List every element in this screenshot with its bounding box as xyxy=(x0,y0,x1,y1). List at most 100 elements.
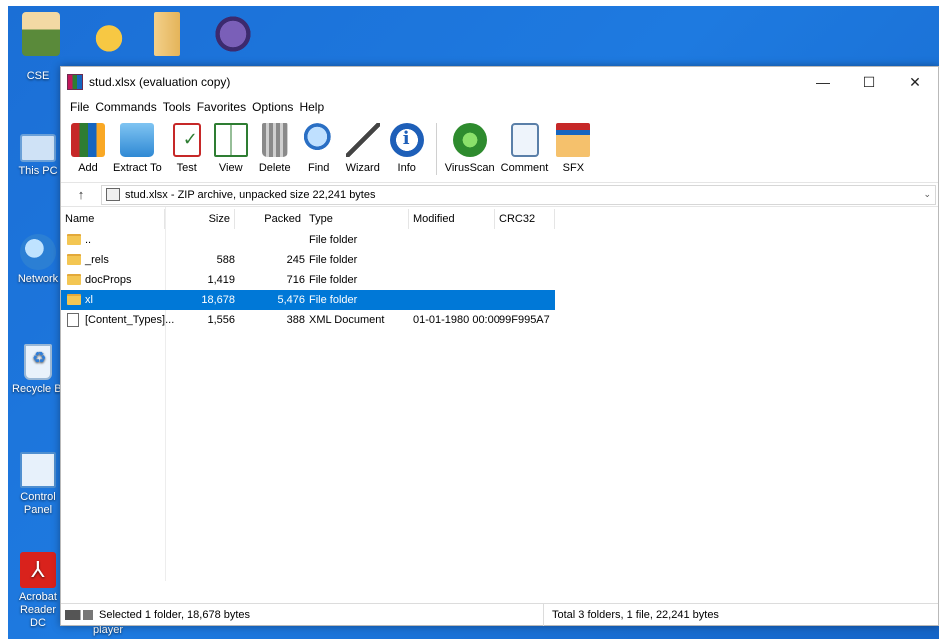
desktop-icon-cse[interactable]: CSE xyxy=(8,70,68,83)
row-type: File folder xyxy=(309,254,358,266)
add-button[interactable]: Add xyxy=(69,123,107,174)
file-list[interactable]: Name Size Packed Type Modified CRC32 .. … xyxy=(61,207,938,581)
maximize-button[interactable]: ☐ xyxy=(846,67,892,97)
delete-button[interactable]: Delete xyxy=(256,123,294,174)
user-folder-icon[interactable] xyxy=(22,12,60,56)
row-type: File folder xyxy=(309,294,358,306)
winrar-window: stud.xlsx (evaluation copy) — ☐ ✕ File C… xyxy=(60,66,939,626)
title-bar[interactable]: stud.xlsx (evaluation copy) — ☐ ✕ xyxy=(61,67,938,97)
tool-label: Test xyxy=(176,162,197,174)
status-total: Total 3 folders, 1 file, 22,241 bytes xyxy=(543,603,719,626)
desktop-icon-network[interactable]: Network xyxy=(8,234,68,286)
window-title: stud.xlsx (evaluation copy) xyxy=(89,75,231,89)
column-header-modified[interactable]: Modified xyxy=(409,209,495,229)
computer-icon xyxy=(20,134,56,162)
folder-icon xyxy=(67,254,81,265)
view-icon xyxy=(213,123,248,157)
menu-file[interactable]: File xyxy=(67,100,92,114)
desktop-icon-label: Acrobat Reader DC xyxy=(19,591,57,629)
menu-favorites[interactable]: Favorites xyxy=(194,100,249,114)
desktop-icon-acrobat[interactable]: ⅄ Acrobat Reader DC xyxy=(8,552,68,630)
menu-bar: File Commands Tools Favorites Options He… xyxy=(61,97,938,117)
desktop-icon-label: Recycle Bi xyxy=(12,383,64,395)
xml-document-icon xyxy=(67,313,79,327)
archive-path-field[interactable]: stud.xlsx - ZIP archive, unpacked size 2… xyxy=(101,184,936,205)
tool-label: Extract To xyxy=(113,162,162,174)
sfx-icon xyxy=(556,123,591,157)
tool-label: Delete xyxy=(258,162,291,174)
menu-tools[interactable]: Tools xyxy=(160,100,194,114)
comment-icon xyxy=(510,123,539,157)
row-type: File folder xyxy=(309,234,358,246)
row-name: docProps xyxy=(85,274,132,286)
sfx-button[interactable]: SFX xyxy=(554,123,592,174)
tool-label: Wizard xyxy=(345,162,380,174)
add-icon xyxy=(71,123,105,157)
info-button[interactable]: Info xyxy=(388,123,426,174)
wizard-button[interactable]: Wizard xyxy=(344,123,382,174)
folder-icon[interactable] xyxy=(154,12,180,56)
status-bar: Selected 1 folder, 18,678 bytes Total 3 … xyxy=(61,603,938,626)
pdf-icon: ⅄ xyxy=(20,552,56,588)
menu-commands[interactable]: Commands xyxy=(92,100,159,114)
menu-help[interactable]: Help xyxy=(296,100,327,114)
table-row-selected[interactable]: xl 18,678 5,476 File folder xyxy=(61,290,555,310)
column-header-size[interactable]: Size xyxy=(165,209,235,229)
row-type: XML Document xyxy=(309,314,385,326)
menu-options[interactable]: Options xyxy=(249,100,296,114)
drive-status-icon xyxy=(65,609,93,620)
zip-archive-icon xyxy=(106,188,120,201)
folder-icon xyxy=(67,294,81,305)
view-button[interactable]: View xyxy=(212,123,250,174)
row-size: 1,556 xyxy=(207,314,235,326)
desktop-icon-recycle-bin[interactable]: Recycle Bi xyxy=(8,344,68,396)
row-packed: 245 xyxy=(286,254,305,266)
tool-label: Comment xyxy=(500,162,549,174)
table-row[interactable]: docProps 1,419 716 File folder xyxy=(61,270,555,290)
row-type: File folder xyxy=(309,274,358,286)
info-icon xyxy=(389,123,424,157)
winrar-app-icon xyxy=(67,74,83,90)
row-modified: 01-01-1980 00:00 xyxy=(413,314,500,326)
extract-to-button[interactable]: Extract To xyxy=(113,123,162,174)
virusscan-button[interactable]: VirusScan xyxy=(445,123,495,174)
comment-button[interactable]: Comment xyxy=(500,123,549,174)
row-name: _rels xyxy=(85,254,109,266)
row-packed: 716 xyxy=(286,274,305,286)
desktop-icon-this-pc[interactable]: This PC xyxy=(8,128,68,178)
eclipse-app-icon[interactable] xyxy=(214,12,252,56)
column-header-type[interactable]: Type xyxy=(305,209,409,229)
recycle-bin-icon xyxy=(24,344,52,380)
table-row[interactable]: _rels 588 245 File folder xyxy=(61,250,555,270)
desktop-icon-label: Network xyxy=(17,273,59,285)
tool-label: Find xyxy=(308,162,330,174)
tool-label: Add xyxy=(78,162,98,174)
row-packed: 5,476 xyxy=(277,294,305,306)
column-header-name[interactable]: Name xyxy=(61,209,165,229)
folder-icon xyxy=(67,234,81,245)
test-icon xyxy=(172,123,201,157)
status-selection: Selected 1 folder, 18,678 bytes xyxy=(99,608,251,621)
toolbar-separator xyxy=(435,123,437,175)
test-button[interactable]: Test xyxy=(168,123,206,174)
minimize-button[interactable]: — xyxy=(800,67,846,97)
row-size: 18,678 xyxy=(201,294,235,306)
desktop-icon-label: Control Panel xyxy=(20,491,56,516)
up-one-level-button[interactable]: ↑ xyxy=(61,187,101,202)
close-button[interactable]: ✕ xyxy=(892,67,938,97)
find-icon xyxy=(301,123,336,157)
column-header-crc32[interactable]: CRC32 xyxy=(495,209,555,229)
desktop-icon-label: This PC xyxy=(18,165,58,177)
column-header-packed[interactable]: Packed xyxy=(235,209,305,229)
table-row[interactable]: [Content_Types]... 1,556 388 XML Documen… xyxy=(61,310,555,330)
teapot-app-icon[interactable] xyxy=(90,12,128,56)
row-name: .. xyxy=(85,234,92,246)
table-row[interactable]: .. File folder xyxy=(61,230,555,250)
tool-label: SFX xyxy=(562,162,585,174)
find-button[interactable]: Find xyxy=(300,123,338,174)
chevron-down-icon[interactable]: ⌄ xyxy=(923,189,931,200)
desktop-icon-control-panel[interactable]: Control Panel xyxy=(8,452,68,517)
control-panel-icon xyxy=(20,452,56,488)
delete-icon xyxy=(261,123,288,157)
row-name: xl xyxy=(85,294,93,306)
